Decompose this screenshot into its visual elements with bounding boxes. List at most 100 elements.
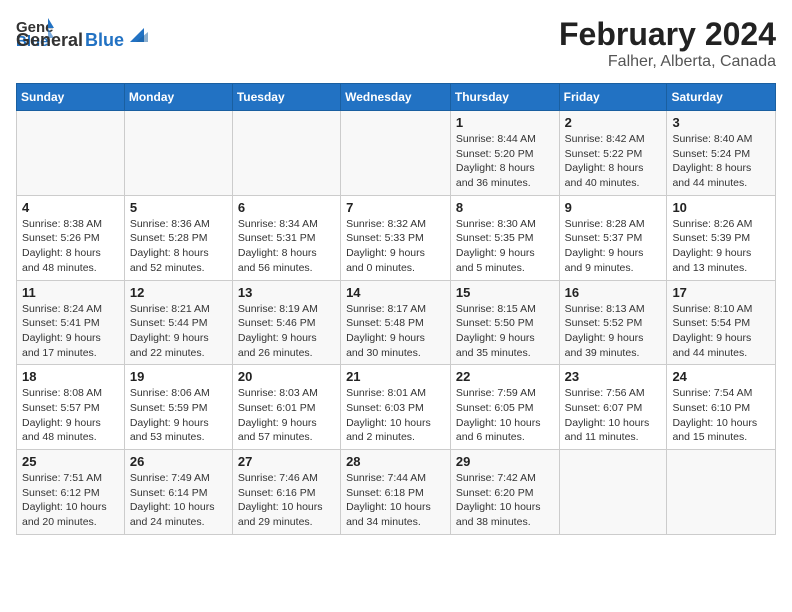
header-thursday: Thursday (450, 84, 559, 111)
day-number: 23 (565, 369, 662, 384)
header-tuesday: Tuesday (232, 84, 340, 111)
day-info: Sunrise: 7:44 AMSunset: 6:18 PMDaylight:… (346, 471, 445, 530)
calendar-cell: 21 Sunrise: 8:01 AMSunset: 6:03 PMDayligh… (341, 365, 451, 450)
day-number: 14 (346, 285, 445, 300)
header-friday: Friday (559, 84, 667, 111)
calendar-cell: 3 Sunrise: 8:40 AMSunset: 5:24 PMDaylight… (667, 111, 776, 196)
calendar-cell: 1 Sunrise: 8:44 AMSunset: 5:20 PMDaylight… (450, 111, 559, 196)
calendar-week-row: 4 Sunrise: 8:38 AMSunset: 5:26 PMDaylight… (17, 195, 776, 280)
day-number: 25 (22, 454, 119, 469)
day-number: 10 (672, 200, 770, 215)
calendar-cell: 10 Sunrise: 8:26 AMSunset: 5:39 PMDayligh… (667, 195, 776, 280)
day-number: 1 (456, 115, 554, 130)
day-number: 7 (346, 200, 445, 215)
calendar-cell: 20 Sunrise: 8:03 AMSunset: 6:01 PMDayligh… (232, 365, 340, 450)
calendar-cell: 7 Sunrise: 8:32 AMSunset: 5:33 PMDaylight… (341, 195, 451, 280)
calendar-cell: 28 Sunrise: 7:44 AMSunset: 6:18 PMDayligh… (341, 450, 451, 535)
day-info: Sunrise: 8:13 AMSunset: 5:52 PMDaylight:… (565, 302, 662, 361)
day-info: Sunrise: 8:42 AMSunset: 5:22 PMDaylight:… (565, 132, 662, 191)
calendar-cell: 16 Sunrise: 8:13 AMSunset: 5:52 PMDayligh… (559, 280, 667, 365)
day-info: Sunrise: 7:56 AMSunset: 6:07 PMDaylight:… (565, 386, 662, 445)
calendar-cell (559, 450, 667, 535)
header-wednesday: Wednesday (341, 84, 451, 111)
calendar-cell: 14 Sunrise: 8:17 AMSunset: 5:48 PMDayligh… (341, 280, 451, 365)
calendar-cell: 29Sunrise: 7:42 AMSunset: 6:20 PMDayligh… (450, 450, 559, 535)
day-info: Sunrise: 7:49 AMSunset: 6:14 PMDaylight:… (130, 471, 227, 530)
day-info: Sunrise: 8:26 AMSunset: 5:39 PMDaylight:… (672, 217, 770, 276)
calendar-week-row: 18Sunrise: 8:08 AMSunset: 5:57 PMDayligh… (17, 365, 776, 450)
logo: General Blue General Blue (16, 16, 148, 51)
day-info: Sunrise: 8:38 AMSunset: 5:26 PMDaylight:… (22, 217, 119, 276)
day-number: 4 (22, 200, 119, 215)
day-number: 21 (346, 369, 445, 384)
day-info: Sunrise: 8:01 AMSunset: 6:03 PMDaylight:… (346, 386, 445, 445)
calendar-cell: 12Sunrise: 8:21 AMSunset: 5:44 PMDayligh… (124, 280, 232, 365)
calendar-table: SundayMondayTuesdayWednesdayThursdayFrid… (16, 83, 776, 535)
day-info: Sunrise: 8:40 AMSunset: 5:24 PMDaylight:… (672, 132, 770, 191)
calendar-week-row: 11Sunrise: 8:24 AMSunset: 5:41 PMDayligh… (17, 280, 776, 365)
calendar-cell: 11Sunrise: 8:24 AMSunset: 5:41 PMDayligh… (17, 280, 125, 365)
header-saturday: Saturday (667, 84, 776, 111)
day-info: Sunrise: 8:36 AMSunset: 5:28 PMDaylight:… (130, 217, 227, 276)
day-info: Sunrise: 8:19 AMSunset: 5:46 PMDaylight:… (238, 302, 335, 361)
day-info: Sunrise: 8:30 AMSunset: 5:35 PMDaylight:… (456, 217, 554, 276)
day-info: Sunrise: 7:42 AMSunset: 6:20 PMDaylight:… (456, 471, 554, 530)
calendar-cell: 2Sunrise: 8:42 AMSunset: 5:22 PMDaylight… (559, 111, 667, 196)
logo-blue: Blue (85, 30, 124, 51)
calendar-week-row: 25 Sunrise: 7:51 AMSunset: 6:12 PMDayligh… (17, 450, 776, 535)
calendar-cell: 18Sunrise: 8:08 AMSunset: 5:57 PMDayligh… (17, 365, 125, 450)
calendar-cell: 19Sunrise: 8:06 AMSunset: 5:59 PMDayligh… (124, 365, 232, 450)
day-info: Sunrise: 8:17 AMSunset: 5:48 PMDaylight:… (346, 302, 445, 361)
calendar-cell: 26 Sunrise: 7:49 AMSunset: 6:14 PMDayligh… (124, 450, 232, 535)
day-number: 11 (22, 285, 119, 300)
day-info: Sunrise: 8:15 AMSunset: 5:50 PMDaylight:… (456, 302, 554, 361)
day-info: Sunrise: 7:59 AMSunset: 6:05 PMDaylight:… (456, 386, 554, 445)
day-info: Sunrise: 8:08 AMSunset: 5:57 PMDaylight:… (22, 386, 119, 445)
calendar-title: February 2024 (559, 16, 776, 53)
day-number: 13 (238, 285, 335, 300)
day-number: 3 (672, 115, 770, 130)
calendar-cell (17, 111, 125, 196)
calendar-cell: 24 Sunrise: 7:54 AMSunset: 6:10 PMDayligh… (667, 365, 776, 450)
day-number: 9 (565, 200, 662, 215)
day-number: 24 (672, 369, 770, 384)
day-number: 15 (456, 285, 554, 300)
day-info: Sunrise: 7:54 AMSunset: 6:10 PMDaylight:… (672, 386, 770, 445)
day-number: 8 (456, 200, 554, 215)
calendar-cell: 15 Sunrise: 8:15 AMSunset: 5:50 PMDayligh… (450, 280, 559, 365)
calendar-cell (341, 111, 451, 196)
day-info: Sunrise: 8:10 AMSunset: 5:54 PMDaylight:… (672, 302, 770, 361)
calendar-header-row: SundayMondayTuesdayWednesdayThursdayFrid… (17, 84, 776, 111)
calendar-cell: 27Sunrise: 7:46 AMSunset: 6:16 PMDayligh… (232, 450, 340, 535)
day-info: Sunrise: 8:03 AMSunset: 6:01 PMDaylight:… (238, 386, 335, 445)
day-number: 6 (238, 200, 335, 215)
calendar-cell: 9 Sunrise: 8:28 AMSunset: 5:37 PMDaylight… (559, 195, 667, 280)
calendar-cell: 5Sunrise: 8:36 AMSunset: 5:28 PMDaylight… (124, 195, 232, 280)
day-info: Sunrise: 8:06 AMSunset: 5:59 PMDaylight:… (130, 386, 227, 445)
day-info: Sunrise: 8:34 AMSunset: 5:31 PMDaylight:… (238, 217, 335, 276)
day-number: 16 (565, 285, 662, 300)
calendar-cell: 4 Sunrise: 8:38 AMSunset: 5:26 PMDaylight… (17, 195, 125, 280)
calendar-cell (124, 111, 232, 196)
calendar-cell (667, 450, 776, 535)
day-number: 28 (346, 454, 445, 469)
day-info: Sunrise: 8:44 AMSunset: 5:20 PMDaylight:… (456, 132, 554, 191)
day-info: Sunrise: 8:32 AMSunset: 5:33 PMDaylight:… (346, 217, 445, 276)
calendar-cell: 8 Sunrise: 8:30 AMSunset: 5:35 PMDaylight… (450, 195, 559, 280)
calendar-cell: 17 Sunrise: 8:10 AMSunset: 5:54 PMDayligh… (667, 280, 776, 365)
day-number: 17 (672, 285, 770, 300)
day-number: 12 (130, 285, 227, 300)
calendar-cell: 13 Sunrise: 8:19 AMSunset: 5:46 PMDayligh… (232, 280, 340, 365)
day-info: Sunrise: 8:28 AMSunset: 5:37 PMDaylight:… (565, 217, 662, 276)
calendar-subtitle: Falher, Alberta, Canada (559, 53, 776, 71)
day-number: 20 (238, 369, 335, 384)
day-number: 27 (238, 454, 335, 469)
calendar-cell (232, 111, 340, 196)
day-info: Sunrise: 7:51 AMSunset: 6:12 PMDaylight:… (22, 471, 119, 530)
header-monday: Monday (124, 84, 232, 111)
calendar-cell: 6 Sunrise: 8:34 AMSunset: 5:31 PMDaylight… (232, 195, 340, 280)
day-number: 26 (130, 454, 227, 469)
logo-general: General (16, 30, 83, 51)
calendar-cell: 22Sunrise: 7:59 AMSunset: 6:05 PMDayligh… (450, 365, 559, 450)
calendar-title-area: February 2024 Falher, Alberta, Canada (559, 16, 776, 71)
